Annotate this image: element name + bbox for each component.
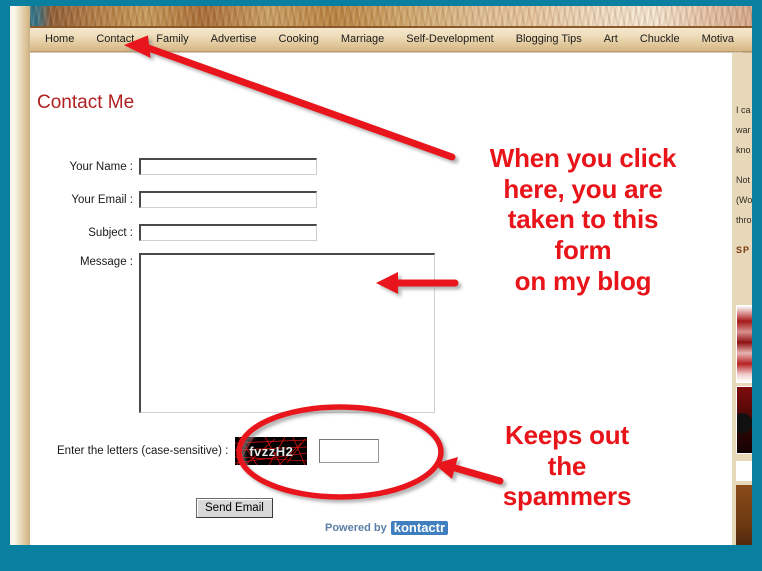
page-left-edge (10, 6, 30, 545)
message-label: Message : (79, 256, 133, 268)
nav-item-family[interactable]: Family (145, 28, 199, 51)
sidebar-thumbnail-3[interactable] (736, 461, 752, 481)
form-row-email: Your Email : (37, 191, 317, 208)
nav-item-chuckle[interactable]: Chuckle (629, 28, 691, 51)
sidebar-text-line-1: I ca (736, 105, 751, 115)
sidebar-thumbnail-4[interactable] (736, 485, 752, 545)
main-navigation: Home Contact Family Advertise Cooking Ma… (30, 28, 752, 52)
sidebar-section-heading: SP (736, 245, 751, 255)
sidebar-text-line-5: (Wo (736, 195, 752, 205)
annotation-click-line-1: When you click (489, 143, 677, 173)
sidebar-thumbnail-1[interactable] (736, 305, 752, 383)
nav-item-cooking[interactable]: Cooking (268, 28, 330, 51)
your-email-input[interactable] (139, 191, 317, 208)
annotation-click-note: When you click here, you are taken to th… (452, 143, 714, 296)
captcha-image: fvzzH2 (235, 437, 308, 465)
window-frame-right (752, 0, 762, 571)
captcha-text: fvzzH2 (249, 443, 294, 459)
annotation-spam-line-3: spammers (502, 481, 632, 512)
captcha-row: Enter the letters (case-sensitive) : fvz… (57, 437, 380, 465)
nav-item-blogging-tips[interactable]: Blogging Tips (505, 28, 593, 51)
sidebar-text-line-6: thro (736, 215, 752, 225)
annotation-click-line-2: here, you are (503, 173, 663, 204)
powered-by-label: Powered by (325, 522, 387, 534)
subject-input[interactable] (139, 224, 317, 241)
annotation-click-line-3: taken to this (507, 204, 659, 235)
nav-item-motivation[interactable]: Motiva (691, 28, 745, 51)
annotation-spam-line-2: the (547, 450, 587, 481)
page-title: Contact Me (37, 92, 135, 113)
nav-item-art[interactable]: Art (593, 28, 629, 51)
message-textarea[interactable] (139, 253, 435, 413)
nav-item-contact[interactable]: Contact (85, 28, 145, 51)
right-sidebar: I ca war kno Not (Wo thro SP (732, 53, 752, 545)
subject-label: Subject : (88, 227, 133, 239)
sidebar-text-line-2: war (736, 125, 751, 135)
captcha-input[interactable] (319, 439, 380, 463)
screenshot-root: Home Contact Family Advertise Cooking Ma… (0, 0, 762, 571)
your-name-label: Your Name : (69, 161, 134, 173)
window-frame-bottom (0, 545, 762, 571)
form-row-subject: Subject : (37, 224, 317, 241)
form-row-name: Your Name : (37, 158, 317, 175)
annotation-spam-note: Keeps out the spammers (452, 420, 682, 512)
nav-item-advertise[interactable]: Advertise (200, 28, 268, 51)
nav-item-self-development[interactable]: Self-Development (395, 28, 504, 51)
annotation-click-line-4: form (554, 235, 612, 266)
banner-texture-b (30, 6, 752, 28)
nav-item-home[interactable]: Home (34, 28, 85, 51)
sidebar-text-line-3: kno (736, 145, 751, 155)
nav-item-marriage[interactable]: Marriage (330, 28, 395, 51)
window-frame-left (0, 0, 10, 571)
nav-item-list: Home Contact Family Advertise Cooking Ma… (30, 28, 752, 51)
annotation-click-line-5: on my blog (514, 265, 652, 296)
annotation-spam-line-1: Keeps out (505, 420, 629, 450)
send-email-button[interactable]: Send Email (196, 498, 273, 518)
your-email-label: Your Email : (71, 194, 133, 206)
sidebar-thumbnail-2[interactable] (736, 386, 752, 454)
form-row-message: Message : (37, 253, 435, 413)
your-name-input[interactable] (139, 158, 317, 175)
sidebar-text-line-4: Not (736, 175, 751, 185)
kontactr-logo: kontactr (390, 521, 449, 535)
powered-by-kontactr: Powered by kontactr (325, 521, 449, 535)
captcha-label: Enter the letters (case-sensitive) : (57, 445, 229, 457)
site-banner-image (30, 6, 752, 28)
